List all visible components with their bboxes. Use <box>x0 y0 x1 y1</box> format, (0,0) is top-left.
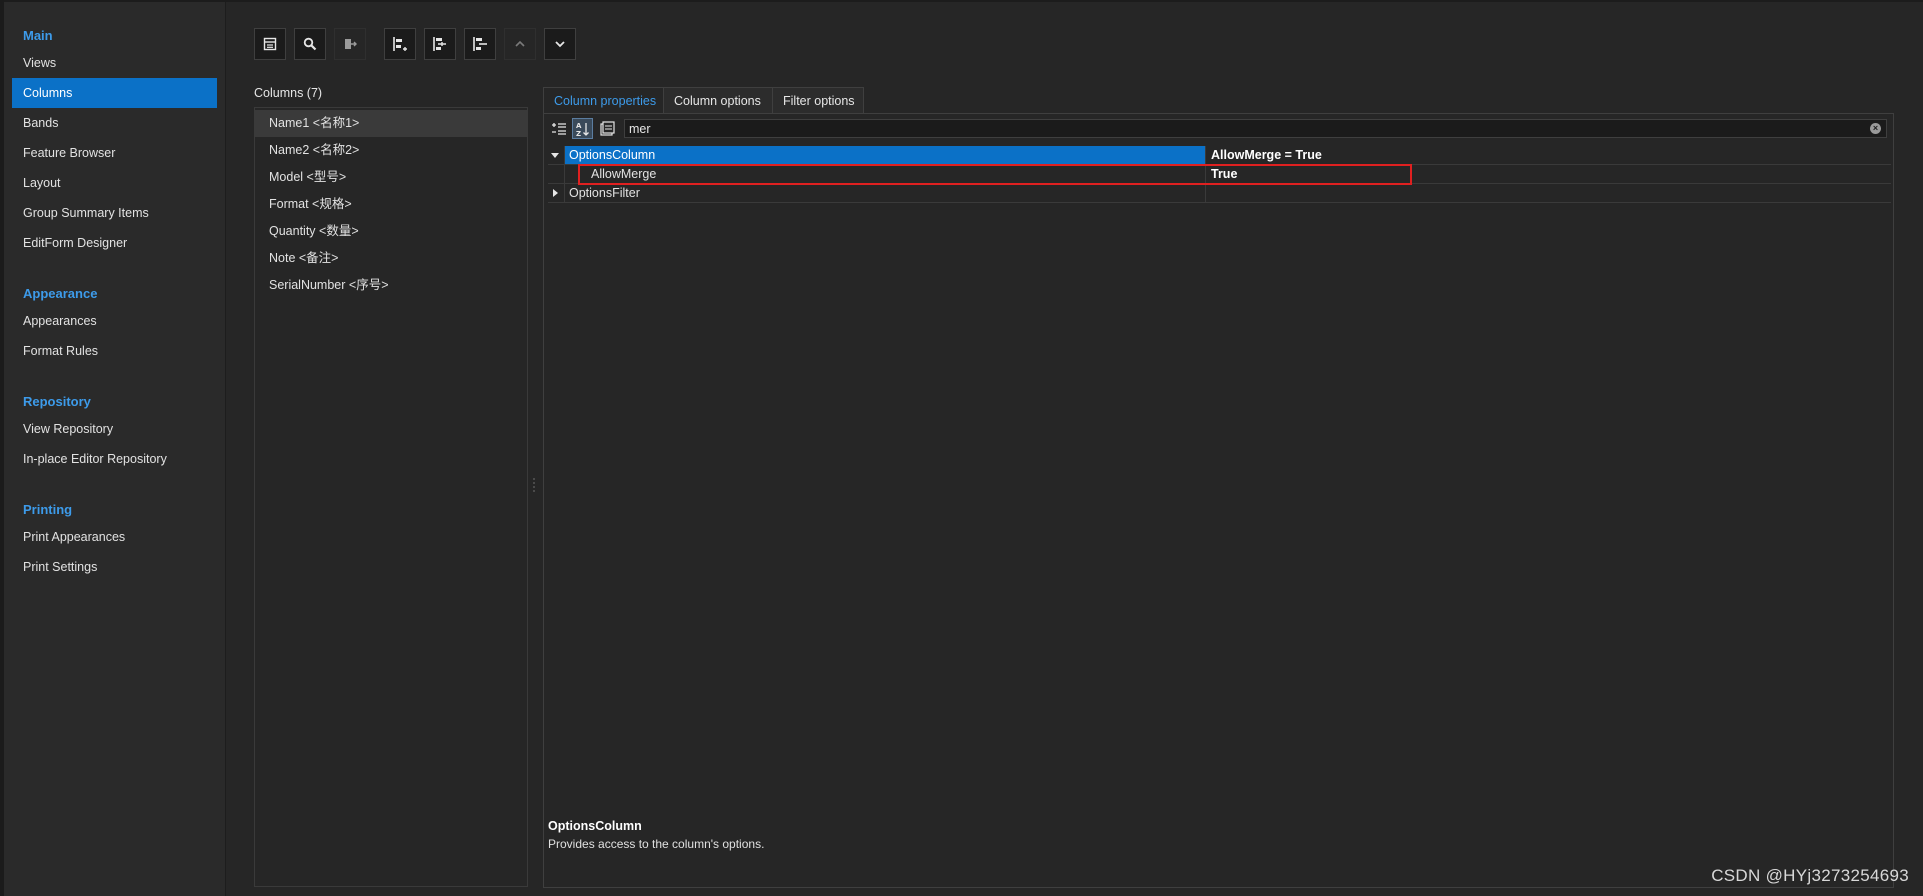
add-column-icon <box>393 37 407 51</box>
clear-search-icon[interactable]: × <box>1870 123 1881 134</box>
nav-header-repository: Repository <box>23 394 91 409</box>
insert-column-icon <box>433 37 446 51</box>
triangle-down-icon <box>551 153 559 158</box>
sidebar-item-editform-designer[interactable]: EditForm Designer <box>12 228 217 258</box>
search-icon <box>303 37 317 51</box>
categorized-button[interactable] <box>548 118 569 139</box>
categorized-icon <box>551 122 566 135</box>
svg-text:A: A <box>576 122 582 130</box>
sidebar-item-feature-browser[interactable]: Feature Browser <box>12 138 217 168</box>
columns-list[interactable]: Name1 <名称1> Name2 <名称2> Model <型号> Forma… <box>254 107 528 887</box>
expand-row-button[interactable] <box>548 184 562 202</box>
tab-column-properties[interactable]: Column properties <box>543 87 664 115</box>
chevron-up-icon <box>515 40 525 47</box>
remove-column-button[interactable] <box>464 28 496 60</box>
column-item-name1[interactable]: Name1 <名称1> <box>255 110 527 137</box>
property-search-box[interactable]: × <box>624 119 1887 138</box>
property-value[interactable]: AllowMerge = True <box>1205 146 1891 164</box>
columns-count-label: Columns (7) <box>254 86 323 100</box>
sidebar-item-group-summary-items[interactable]: Group Summary Items <box>12 198 217 228</box>
nav-group-repository: Repository View Repository In-place Edit… <box>12 390 217 474</box>
column-item-quantity[interactable]: Quantity <数量> <box>255 218 527 245</box>
property-pages-icon <box>599 120 615 136</box>
sidebar: Main Views Columns Bands Feature Browser… <box>4 2 226 896</box>
sidebar-item-views[interactable]: Views <box>12 48 217 78</box>
export-button[interactable] <box>334 28 366 60</box>
property-name: AllowMerge <box>564 165 1205 183</box>
property-name: OptionsColumn <box>564 146 1205 164</box>
search-button[interactable] <box>294 28 326 60</box>
nav-group-printing: Printing Print Appearances Print Setting… <box>12 498 217 582</box>
sort-az-icon: AZ <box>576 122 589 137</box>
property-description: OptionsColumn Provides access to the col… <box>548 819 764 851</box>
chevron-down-icon <box>555 41 565 48</box>
nav-header-appearance: Appearance <box>23 286 98 301</box>
column-item-model[interactable]: Model <型号> <box>255 164 527 191</box>
property-value[interactable] <box>1205 184 1891 202</box>
property-row-optionsfilter[interactable]: OptionsFilter <box>548 184 1891 203</box>
form-icon-button[interactable] <box>254 28 286 60</box>
move-up-button[interactable] <box>504 28 536 60</box>
export-icon <box>345 39 357 49</box>
sidebar-item-print-settings[interactable]: Print Settings <box>12 552 217 582</box>
property-grid: OptionsColumn AllowMerge = True AllowMer… <box>548 146 1891 203</box>
collapse-row-button[interactable] <box>548 146 562 164</box>
description-title: OptionsColumn <box>548 819 642 833</box>
property-name: OptionsFilter <box>564 184 1205 202</box>
property-search-input[interactable] <box>629 120 1849 137</box>
property-pages-button[interactable] <box>596 118 617 139</box>
alphabetical-button[interactable]: AZ <box>572 118 593 139</box>
property-value-editor[interactable]: True <box>1205 165 1891 183</box>
sidebar-item-layout[interactable]: Layout <box>12 168 217 198</box>
sidebar-item-appearances[interactable]: Appearances <box>12 306 217 336</box>
sidebar-item-bands[interactable]: Bands <box>12 108 217 138</box>
splitter-grip[interactable] <box>532 478 536 492</box>
sidebar-item-view-repository[interactable]: View Repository <box>12 414 217 444</box>
top-border <box>0 0 1923 2</box>
insert-column-button[interactable] <box>424 28 456 60</box>
nav-header-main: Main <box>23 28 53 43</box>
move-down-button[interactable] <box>544 28 576 60</box>
sidebar-item-columns[interactable]: Columns <box>12 78 217 108</box>
column-item-name2[interactable]: Name2 <名称2> <box>255 137 527 164</box>
form-icon <box>263 37 277 51</box>
watermark: CSDN @HYj3273254693 <box>1711 866 1909 885</box>
triangle-right-icon <box>553 189 558 197</box>
column-item-format[interactable]: Format <规格> <box>255 191 527 218</box>
property-panel: AZ × OptionsColumn AllowMerge = True All… <box>543 113 1894 888</box>
property-row-optionscolumn[interactable]: OptionsColumn AllowMerge = True <box>548 146 1891 165</box>
column-item-serialnumber[interactable]: SerialNumber <序号> <box>255 272 527 299</box>
remove-column-icon <box>473 37 487 51</box>
sidebar-item-inplace-editor-repository[interactable]: In-place Editor Repository <box>12 444 217 474</box>
nav-group-main: Main Views Columns Bands Feature Browser… <box>12 24 217 258</box>
row-indent-gutter <box>548 165 562 183</box>
add-column-button[interactable] <box>384 28 416 60</box>
nav-header-printing: Printing <box>23 502 73 517</box>
sidebar-item-print-appearances[interactable]: Print Appearances <box>12 522 217 552</box>
tab-filter-options[interactable]: Filter options <box>772 87 864 113</box>
svg-text:Z: Z <box>576 130 581 137</box>
sidebar-item-format-rules[interactable]: Format Rules <box>12 336 217 366</box>
tab-column-options[interactable]: Column options <box>663 87 773 113</box>
column-item-note[interactable]: Note <备注> <box>255 245 527 272</box>
property-row-allowmerge[interactable]: AllowMerge True <box>548 165 1891 184</box>
description-text: Provides access to the column's options. <box>548 837 765 851</box>
nav-group-appearance: Appearance Appearances Format Rules <box>12 282 217 366</box>
